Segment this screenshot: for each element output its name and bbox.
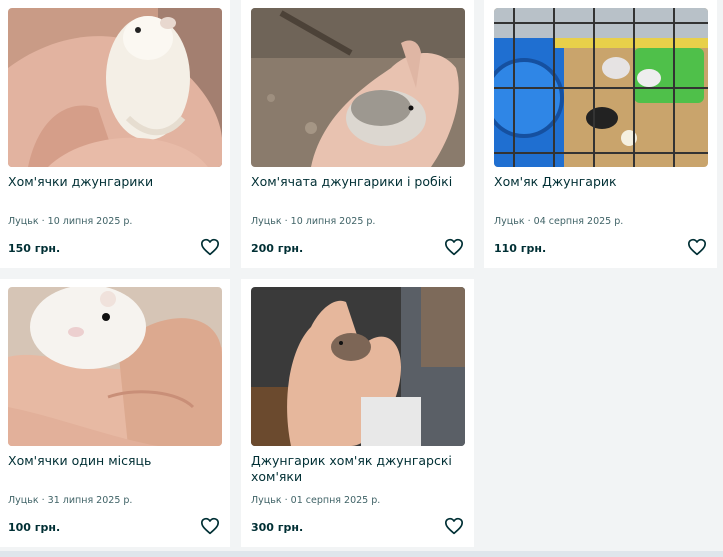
listing-photo-brown-hamster-on-palm[interactable] — [251, 287, 465, 446]
listing-meta: Луцьк · 10 липня 2025 р. — [8, 216, 132, 227]
favorite-heart-icon[interactable] — [687, 238, 707, 256]
favorite-heart-icon[interactable] — [200, 517, 220, 535]
meta-separator: · — [527, 216, 531, 227]
listing-title[interactable]: Хом'як Джунгарик — [494, 174, 708, 190]
listing-date: 10 липня 2025 р. — [47, 216, 133, 227]
listing-photo-hamster-in-hand[interactable] — [8, 8, 222, 167]
listing-price: 100 грн. — [8, 521, 61, 534]
listing-price: 110 грн. — [494, 242, 547, 255]
listing-meta: Луцьк · 01 серпня 2025 р. — [251, 495, 380, 506]
listing-date: 04 серпня 2025 р. — [533, 216, 624, 227]
listing-price: 150 грн. — [8, 242, 61, 255]
listing-card[interactable]: Хом'ячата джунгарики і робікі Луцьк · 10… — [241, 0, 474, 268]
listing-meta: Луцьк · 10 липня 2025 р. — [251, 216, 375, 227]
meta-separator: · — [41, 216, 45, 227]
meta-separator: · — [284, 216, 288, 227]
listing-date: 31 липня 2025 р. — [47, 495, 133, 506]
listing-title[interactable]: Хом'ячки джунгарики — [8, 174, 222, 190]
favorite-heart-icon[interactable] — [200, 238, 220, 256]
meta-separator: · — [284, 495, 288, 506]
listing-meta: Луцьк · 31 липня 2025 р. — [8, 495, 132, 506]
listing-card[interactable]: Джунгарик хом'як джунгарскі хом'яки Луць… — [241, 279, 474, 547]
listing-location: Луцьк — [8, 216, 39, 227]
listing-photo-hamsters-in-cage[interactable] — [494, 8, 708, 167]
listing-card[interactable]: Хом'ячки джунгарики Луцьк · 10 липня 202… — [0, 0, 230, 268]
listing-card[interactable]: Хом'ячки один місяць Луцьк · 31 липня 20… — [0, 279, 230, 547]
listing-title[interactable]: Хом'ячата джунгарики і робікі — [251, 174, 465, 190]
favorite-heart-icon[interactable] — [444, 238, 464, 256]
listing-photo-white-hamster-in-hands[interactable] — [8, 287, 222, 446]
listing-date: 10 липня 2025 р. — [290, 216, 376, 227]
listing-price: 200 грн. — [251, 242, 304, 255]
listing-card[interactable]: Хом'як Джунгарик Луцьк · 04 серпня 2025 … — [484, 0, 717, 268]
listing-meta: Луцьк · 04 серпня 2025 р. — [494, 216, 623, 227]
favorite-heart-icon[interactable] — [444, 517, 464, 535]
listing-price: 300 грн. — [251, 521, 304, 534]
listing-location: Луцьк — [8, 495, 39, 506]
listing-location: Луцьк — [251, 495, 282, 506]
listing-location: Луцьк — [494, 216, 525, 227]
meta-separator: · — [41, 495, 45, 506]
page-bottom-divider — [0, 551, 723, 557]
listing-location: Луцьк — [251, 216, 282, 227]
listing-title[interactable]: Джунгарик хом'як джунгарскі хом'яки — [251, 453, 465, 485]
listing-date: 01 серпня 2025 р. — [290, 495, 381, 506]
listing-photo-hamster-on-palm[interactable] — [251, 8, 465, 167]
listing-grid: Хом'ячки джунгарики Луцьк · 10 липня 202… — [0, 0, 723, 557]
listing-title[interactable]: Хом'ячки один місяць — [8, 453, 222, 469]
